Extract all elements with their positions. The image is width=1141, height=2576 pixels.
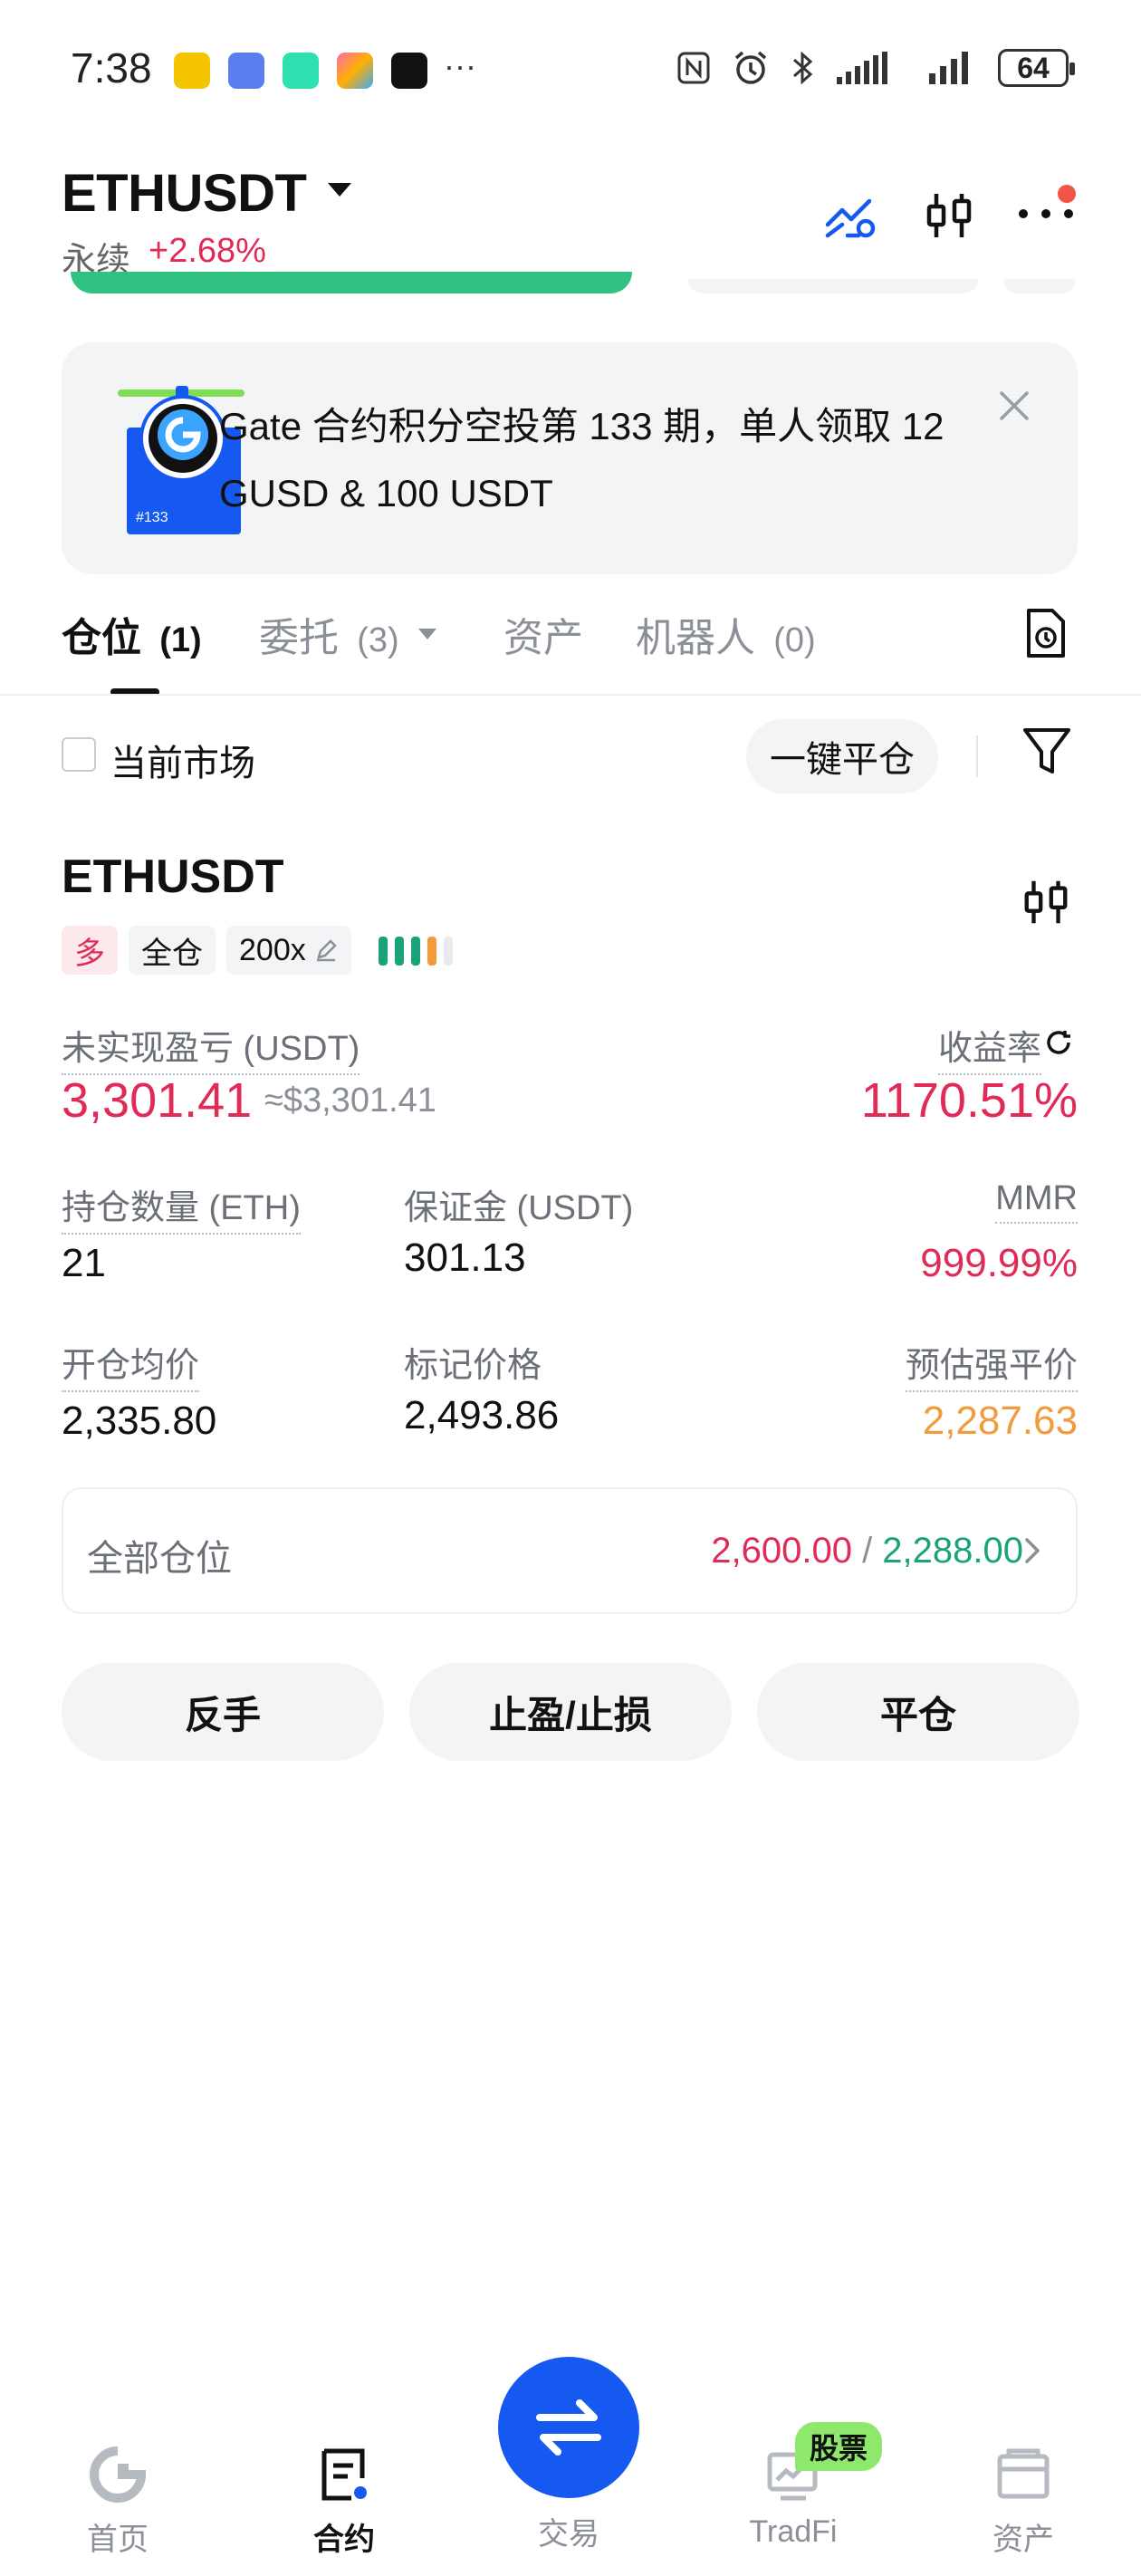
divider (0, 694, 1141, 696)
mmr-label[interactable]: MMR (995, 1179, 1078, 1224)
risk-level-bar (411, 937, 420, 966)
liquidation-price-value: 2,287.63 (922, 1399, 1078, 1443)
entry-price-label[interactable]: 开仓均价 (62, 1337, 200, 1392)
position-size-label[interactable]: 持仓数量 (ETH) (62, 1179, 301, 1235)
close-all-button[interactable]: 一键平仓 (746, 719, 938, 793)
pair-title[interactable]: ETHUSDT (62, 163, 307, 224)
tab-label: 仓位 (62, 616, 141, 660)
app-notification-icon (337, 53, 373, 89)
nav-home[interactable]: 首页 (45, 2446, 190, 2559)
pair-dropdown-icon[interactable] (328, 183, 351, 197)
promo-image-tag: #133 (136, 510, 168, 525)
unrealized-pnl-usd: ≈$3,301.41 (264, 1081, 436, 1120)
risk-level-bar (395, 937, 404, 966)
tab-label: 机器人 (636, 616, 755, 660)
nav-home-label: 首页 (87, 2523, 149, 2557)
status-icons: 64 (676, 49, 1075, 87)
refresh-icon[interactable] (1043, 1027, 1074, 1058)
app-notification-icon (283, 53, 319, 89)
roe-label[interactable]: 收益率 (937, 1020, 1041, 1075)
tab-count: (3) (357, 621, 399, 659)
roe-value: 1170.51% (860, 1073, 1078, 1128)
status-time: 7:38 (71, 44, 152, 91)
entry-price-value: 2,335.80 (62, 1399, 217, 1443)
futures-icon (321, 2448, 367, 2501)
close-position-button[interactable]: 平仓 (757, 1663, 1079, 1761)
nav-tradfi-label: TradFi (749, 2514, 838, 2549)
current-market-label[interactable]: 当前市场 (110, 734, 255, 786)
risk-level-bar (427, 937, 436, 966)
signal-icon (929, 52, 968, 84)
tab-count: (1) (159, 621, 202, 659)
tpsl-values: 2,600.00 / 2,288.00 (711, 1531, 1023, 1572)
edit-icon[interactable] (313, 937, 339, 963)
tpsl-separator: / (851, 1531, 883, 1571)
tab-assets[interactable]: 资产 (503, 605, 583, 663)
promo-banner-text: Gate 合约积分空投第 133 期，单人领取 12 GUSD & 100 US… (219, 405, 944, 514)
alarm-icon (734, 51, 767, 84)
app-notification-icon (228, 53, 264, 89)
leverage-value: 200x (239, 932, 306, 967)
battery-icon: 64 (998, 49, 1075, 87)
reverse-button[interactable]: 反手 (62, 1663, 384, 1761)
signal-icon (837, 52, 887, 84)
mark-price-label[interactable]: 标记价格 (404, 1337, 542, 1390)
all-positions-label: 全部仓位 (87, 1539, 232, 1579)
app-notification-icon (174, 53, 210, 89)
nfc-icon (677, 52, 710, 84)
margin-mode-badge: 全仓 (129, 926, 216, 975)
scrolled-content-edge (71, 272, 632, 293)
position-size-value: 21 (62, 1241, 106, 1285)
current-market-checkbox[interactable] (62, 737, 96, 772)
divider (976, 735, 978, 777)
home-logo-icon (90, 2446, 147, 2503)
tab-orders[interactable]: 委托 (3) (259, 605, 399, 663)
mmr-value: 999.99% (920, 1241, 1078, 1285)
nav-assets-label: 资产 (992, 2523, 1054, 2557)
position-symbol[interactable]: ETHUSDT (62, 850, 284, 904)
more-notifications-icon: ··· (444, 47, 476, 84)
mark-price-value: 2,493.86 (404, 1393, 560, 1437)
wallet-icon (997, 2448, 1050, 2499)
chart-compare-icon[interactable] (822, 188, 880, 243)
unrealized-pnl-value: 3,301.41 (62, 1073, 253, 1128)
leverage-badge[interactable]: 200x (226, 926, 351, 975)
stop-loss-value: 2,288.00 (882, 1531, 1023, 1571)
price-change: +2.68% (149, 232, 266, 270)
tab-count: (0) (773, 621, 816, 659)
candlestick-icon[interactable] (1020, 875, 1072, 929)
tab-bots[interactable]: 机器人 (0) (636, 605, 816, 663)
tab-label: 资产 (503, 616, 583, 660)
scrolled-content-edge (1003, 279, 1076, 293)
side-badge: 多 (62, 926, 118, 975)
scrolled-content-edge (688, 279, 978, 293)
margin-label[interactable]: 保证金 (USDT) (404, 1179, 633, 1233)
tpsl-button[interactable]: 止盈/止损 (409, 1663, 732, 1761)
nav-trade-label: 交易 (538, 2517, 599, 2552)
history-icon[interactable] (1023, 607, 1069, 659)
take-profit-value: 2,600.00 (711, 1531, 852, 1571)
swap-icon (536, 2399, 601, 2456)
chevron-right-icon[interactable] (1021, 1534, 1043, 1567)
filter-icon[interactable] (1021, 725, 1072, 779)
nav-futures-label: 合约 (313, 2523, 375, 2557)
more-icon[interactable] (1016, 205, 1076, 223)
margin-value: 301.13 (404, 1235, 526, 1280)
candlestick-icon[interactable] (922, 188, 976, 243)
tab-positions[interactable]: 仓位 (1) (62, 605, 202, 663)
tab-label: 委托 (259, 616, 339, 660)
unrealized-pnl-label[interactable]: 未实现盈亏 (USDT) (62, 1020, 360, 1075)
nav-assets[interactable]: 资产 (951, 2446, 1096, 2559)
stocks-badge: 股票 (795, 2422, 883, 2471)
chevron-down-icon[interactable] (418, 629, 436, 639)
close-icon[interactable] (996, 388, 1032, 424)
trade-button[interactable] (498, 2357, 639, 2498)
liquidation-price-label[interactable]: 预估强平价 (905, 1337, 1078, 1392)
risk-level-bar (379, 937, 388, 966)
nav-futures[interactable]: 合约 (272, 2446, 417, 2559)
notification-dot (1058, 185, 1076, 203)
risk-level-bar (444, 937, 453, 966)
tiktok-icon (391, 53, 427, 89)
bluetooth-icon (793, 51, 813, 85)
